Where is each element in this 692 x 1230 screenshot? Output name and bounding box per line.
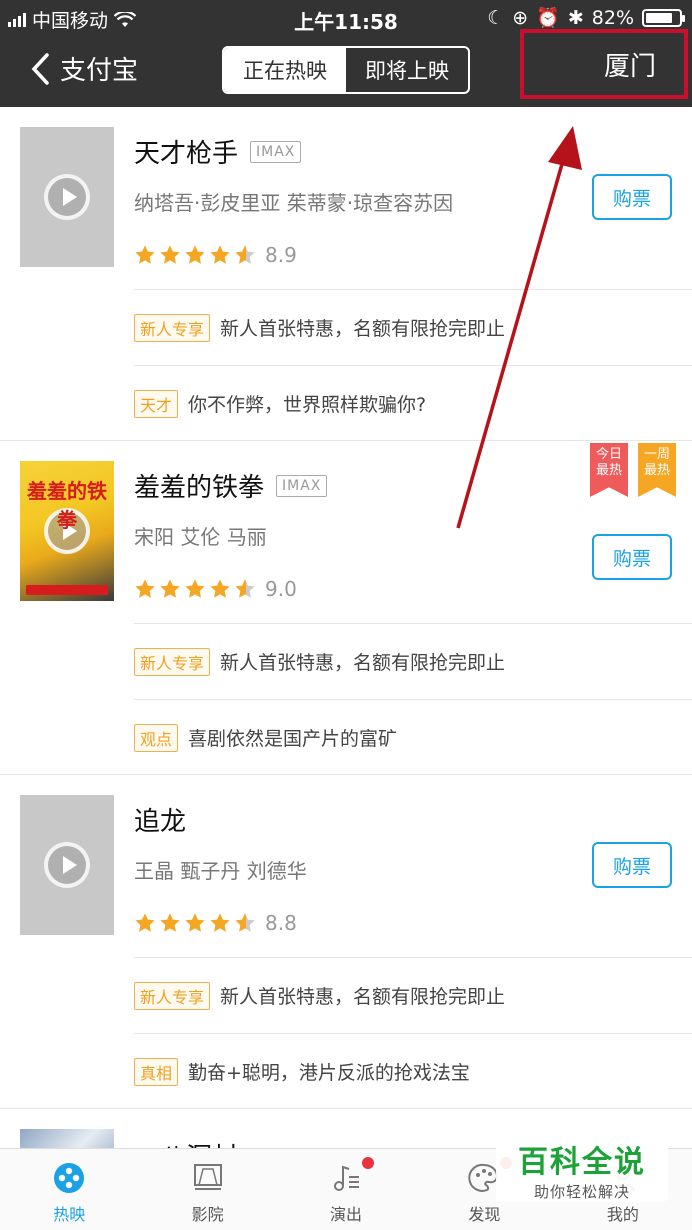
star-icon: [185, 245, 205, 264]
movie-item[interactable]: 天才枪手 IMAX 纳塔吾·彭皮里亚 茱蒂蒙·琼查容苏因 8.9 购票 新人专享…: [0, 107, 692, 441]
promo-row[interactable]: 观点 喜剧依然是国产片的富矿: [134, 699, 692, 775]
star-icon: [160, 913, 180, 932]
movie-item[interactable]: 追龙 王晶 甄子丹 刘德华 8.8 购票 新人专享 新人首张特惠，名额有限抢完即…: [0, 775, 692, 1109]
notification-dot: [362, 1157, 375, 1169]
tab-label: 我的: [606, 1205, 639, 1224]
watermark-title: 百科全说: [518, 1144, 646, 1180]
movie-title: 羞羞的铁拳 IMAX: [134, 467, 328, 504]
play-icon[interactable]: [44, 842, 90, 888]
tab-label: 发现: [468, 1205, 501, 1224]
tab-label: 演出: [330, 1205, 363, 1224]
buy-ticket-button[interactable]: 购票: [592, 842, 672, 888]
promo-text: 喜剧依然是国产片的富矿: [188, 728, 398, 750]
app-header: 中国移动 上午11:58 ☾ ⊕ ⏰ ✱ 82% 支付宝 正在热映 即将上映 厦…: [0, 0, 692, 107]
tab-label: 热映: [53, 1205, 86, 1224]
buy-ticket-button[interactable]: 购票: [592, 534, 672, 580]
battery-icon: [642, 8, 685, 27]
promo-row[interactable]: 新人专享 新人首张特惠，名额有限抢完即止: [134, 623, 692, 699]
promo-text: 新人首张特惠，名额有限抢完即止: [220, 652, 506, 674]
tab-label: 影院: [191, 1205, 224, 1224]
play-icon[interactable]: [44, 174, 90, 220]
film-reel-icon: [54, 1163, 85, 1193]
promo-text: 新人首张特惠，名额有限抢完即止: [220, 986, 506, 1008]
movie-poster[interactable]: [20, 127, 114, 267]
poster-title: 羞羞的铁拳: [27, 479, 107, 532]
movie-title: 追龙: [134, 801, 186, 838]
movie-rating: 8.9: [134, 243, 297, 267]
movie-rating: 8.8: [134, 911, 297, 935]
star-icon: [185, 913, 205, 932]
tab-hot[interactable]: 热映: [0, 1149, 138, 1230]
movie-poster[interactable]: [20, 795, 114, 935]
promo-tag: 新人专享: [134, 647, 211, 676]
showing-segment: 正在热映 即将上映: [222, 46, 470, 94]
promo-row[interactable]: 天才 你不作弊，世界照样欺骗你?: [134, 365, 692, 441]
promo-text: 新人首张特惠，名额有限抢完即止: [220, 318, 506, 340]
promo-row[interactable]: 新人专享 新人首张特惠，名额有限抢完即止: [134, 957, 692, 1033]
movie-score: 9.0: [265, 577, 297, 601]
star-icon: [160, 245, 180, 264]
moon-icon: ☾: [487, 6, 505, 29]
bluetooth-icon: ✱: [567, 6, 584, 29]
back-label: 支付宝: [60, 56, 139, 86]
imax-badge: IMAX: [276, 474, 328, 497]
back-button[interactable]: 支付宝: [28, 50, 138, 87]
star-icon: [135, 579, 155, 598]
promo-tag: 观点: [134, 723, 179, 752]
buy-ticket-button[interactable]: 购票: [592, 174, 672, 220]
promo-row[interactable]: 新人专享 新人首张特惠，名额有限抢完即止: [134, 289, 692, 365]
movie-title-text: 天才枪手: [134, 139, 239, 169]
movie-title-text: 羞羞的铁拳: [134, 473, 265, 503]
star-icon: [160, 579, 180, 598]
movie-cast: 宋阳 艾伦 马丽: [134, 525, 267, 549]
half-star-icon: [235, 245, 255, 264]
movie-title: 天才枪手 IMAX: [134, 133, 302, 170]
tab-cinema[interactable]: 影院: [138, 1149, 276, 1230]
music-note-icon: [334, 1165, 360, 1191]
imax-badge: IMAX: [250, 140, 302, 163]
star-icon: [185, 579, 205, 598]
movie-item[interactable]: 羞羞的铁拳 羞羞的铁拳 IMAX 宋阳 艾伦 马丽 9.0 购票 新人专享 新人…: [0, 441, 692, 775]
promo-tag: 新人专享: [134, 313, 211, 342]
chevron-left-icon: [31, 52, 49, 85]
promo-row[interactable]: 真相 勤奋+聪明，港片反派的抢戏法宝: [134, 1033, 692, 1109]
promo-text: 勤奋+聪明，港片反派的抢戏法宝: [188, 1062, 470, 1084]
movie-poster[interactable]: 羞羞的铁拳: [20, 461, 114, 601]
promo-tag: 真相: [134, 1057, 179, 1086]
movie-score: 8.9: [265, 243, 297, 267]
lock-rotation-icon: ⊕: [512, 6, 529, 29]
watermark-subtitle: 助你轻松解决: [533, 1182, 630, 1201]
cinema-screen-icon: [193, 1164, 222, 1190]
city-selector[interactable]: 厦门: [520, 29, 688, 99]
tab-now-showing[interactable]: 正在热映: [224, 48, 346, 92]
star-icon: [135, 245, 155, 264]
tab-shows[interactable]: 演出: [277, 1149, 415, 1230]
star-icon: [210, 579, 230, 598]
movie-cast: 王晶 甄子丹 刘德华: [134, 859, 307, 883]
star-icon: [210, 913, 230, 932]
star-icon: [135, 913, 155, 932]
movie-score: 8.8: [265, 911, 297, 935]
tab-coming-soon[interactable]: 即将上映: [346, 48, 468, 92]
movie-list: 天才枪手 IMAX 纳塔吾·彭皮里亚 茱蒂蒙·琼查容苏因 8.9 购票 新人专享…: [0, 107, 692, 1189]
watermark: 百科全说 助你轻松解决: [496, 1136, 668, 1202]
promo-text: 你不作弊，世界照样欺骗你?: [188, 394, 427, 416]
alarm-icon: ⏰: [536, 7, 560, 29]
movie-title-text: 追龙: [134, 807, 187, 837]
poster-banner: [26, 585, 108, 595]
promo-tag: 新人专享: [134, 981, 211, 1010]
battery-fill: [646, 12, 673, 23]
movie-cast: 纳塔吾·彭皮里亚 茱蒂蒙·琼查容苏因: [134, 191, 454, 215]
half-star-icon: [235, 913, 255, 932]
nav-bar: 支付宝 正在热映 即将上映 厦门: [0, 29, 692, 107]
star-icon: [210, 245, 230, 264]
promo-tag: 天才: [134, 389, 179, 418]
half-star-icon: [235, 579, 255, 598]
battery-percent: 82%: [591, 6, 634, 29]
status-right: ☾ ⊕ ⏰ ✱ 82%: [487, 6, 685, 29]
movie-rating: 9.0: [134, 577, 297, 601]
